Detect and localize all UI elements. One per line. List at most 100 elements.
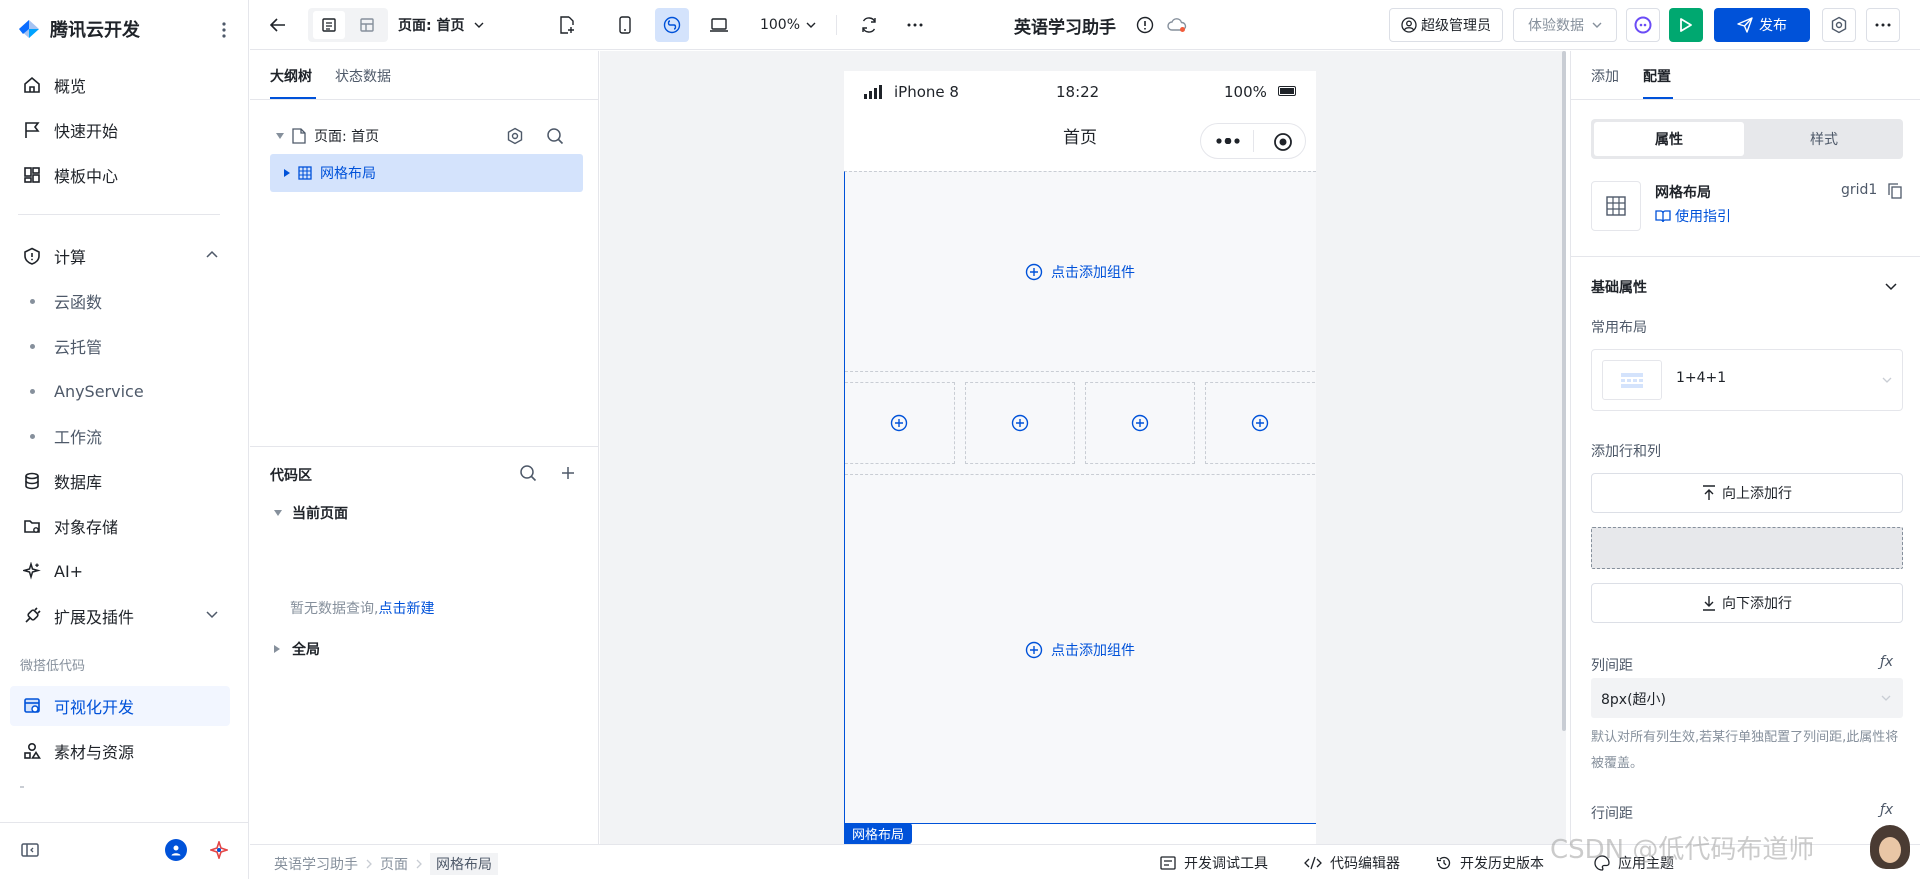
grid-cell[interactable] — [1085, 382, 1195, 464]
layout-select[interactable]: 1+4+1 — [1591, 349, 1903, 411]
dev-tools-button[interactable]: 开发调试工具 — [1160, 853, 1268, 873]
add-circle-icon[interactable] — [890, 414, 908, 432]
publish-button[interactable]: 发布 — [1714, 8, 1810, 42]
basic-props-title: 基础属性 — [1591, 280, 1647, 296]
publish-label: 发布 — [1759, 18, 1787, 34]
sidebar-item-label: 云函数 — [54, 293, 103, 312]
chevron-down-icon[interactable] — [1883, 279, 1899, 295]
grid-cell[interactable] — [965, 382, 1075, 464]
grid-layout-container[interactable]: 点击添加组件 点击添加组件 — [844, 171, 1316, 824]
add-circle-icon[interactable] — [1131, 414, 1149, 432]
sidebar-item-quickstart[interactable]: 快速开始 — [10, 110, 230, 150]
more-horizontal-icon[interactable] — [900, 8, 930, 42]
divider — [250, 99, 599, 100]
run-button[interactable] — [1669, 8, 1703, 42]
sidebar-item-extensions[interactable]: 扩展及插件 — [10, 596, 230, 636]
divider — [1571, 256, 1920, 257]
back-arrow-icon[interactable] — [266, 8, 290, 42]
ai-assistant-icon[interactable] — [1626, 8, 1660, 42]
role-button[interactable]: 超级管理员 — [1389, 8, 1503, 42]
code-editor-button[interactable]: 代码编辑器 — [1304, 853, 1400, 873]
page-select[interactable]: 页面: 首页 — [398, 8, 508, 42]
segment-style[interactable]: 样式 — [1749, 122, 1899, 156]
arrow-down-icon — [1702, 595, 1716, 611]
layout-view-icon[interactable] — [351, 11, 383, 39]
more-dots-icon[interactable] — [1215, 138, 1241, 144]
sidebar-item-assets[interactable]: 素材与资源 — [10, 731, 230, 771]
layout-preview-icon — [1602, 360, 1662, 400]
carrier-label: iPhone 8 — [894, 83, 959, 101]
sidebar-item-ai[interactable]: AI+ — [10, 551, 230, 591]
create-query-link[interactable]: 点击新建 — [378, 598, 434, 618]
add-page-icon[interactable] — [552, 8, 582, 42]
breadcrumb-item-current[interactable]: 网格布局 — [430, 853, 498, 875]
breadcrumb-item[interactable]: 页面 — [380, 854, 408, 874]
cloud-sync-icon[interactable] — [1162, 8, 1192, 42]
function-fx-icon[interactable]: ƒx — [1880, 802, 1893, 818]
add-component-label[interactable]: 点击添加组件 — [1051, 262, 1135, 282]
add-icon[interactable] — [558, 463, 578, 483]
more-menu-icon[interactable] — [1866, 8, 1900, 42]
sidebar-item-templates[interactable]: 模板中心 — [10, 155, 230, 195]
close-target-icon[interactable] — [1273, 132, 1293, 152]
sidebar-item-visual-dev[interactable]: 可视化开发 — [10, 686, 230, 726]
add-circle-icon[interactable] — [1011, 414, 1029, 432]
signal-icon — [864, 85, 882, 99]
more-vertical-icon[interactable] — [216, 18, 232, 42]
sidebar-item-workflow[interactable]: 工作流 — [10, 416, 230, 456]
add-row-up-button[interactable]: 向上添加行 — [1591, 473, 1903, 513]
capsule-menu[interactable] — [1200, 123, 1306, 159]
column-gap-select[interactable]: 8px(超小) — [1591, 678, 1903, 718]
history-button[interactable]: 开发历史版本 — [1436, 853, 1544, 873]
grid-row-bottom[interactable]: 点击添加组件 — [845, 474, 1315, 824]
add-row-up-label: 向上添加行 — [1722, 486, 1792, 502]
search-icon[interactable] — [518, 463, 538, 483]
canvas-scrollbar[interactable] — [1562, 51, 1566, 731]
add-circle-icon[interactable] — [1251, 414, 1269, 432]
collapse-sidebar-icon[interactable] — [20, 840, 40, 860]
tab-add[interactable]: 添加 — [1591, 66, 1619, 86]
info-icon[interactable] — [1130, 8, 1160, 42]
grid-cell[interactable] — [845, 382, 955, 464]
tab-config[interactable]: 配置 — [1643, 66, 1671, 86]
add-row-down-button[interactable]: 向下添加行 — [1591, 583, 1903, 623]
settings-icon[interactable] — [1822, 8, 1856, 42]
code-icon — [1304, 856, 1322, 870]
miniprogram-preview-icon[interactable] — [655, 8, 689, 42]
chevron-right-icon — [366, 859, 372, 869]
sidebar-item-compute[interactable]: 计算 — [10, 236, 230, 276]
sidebar-item-cloud-hosting[interactable]: 云托管 — [10, 326, 230, 366]
code-group-global[interactable]: 全局 — [274, 639, 320, 659]
desktop-preview-icon[interactable] — [702, 8, 736, 42]
function-fx-icon[interactable]: ƒx — [1880, 654, 1893, 670]
chevron-up-icon — [206, 250, 218, 258]
segment-properties[interactable]: 属性 — [1594, 122, 1744, 156]
mobile-preview-icon[interactable] — [610, 8, 640, 42]
sidebar-item-storage[interactable]: 对象存储 — [10, 506, 230, 546]
usage-guide-link[interactable]: 使用指引 — [1655, 206, 1731, 226]
grid-row-top[interactable]: 点击添加组件 — [845, 172, 1315, 372]
breadcrumb-item[interactable]: 英语学习助手 — [274, 854, 358, 874]
tab-state-data[interactable]: 状态数据 — [335, 66, 391, 86]
code-group-current-page[interactable]: 当前页面 — [274, 503, 348, 523]
color-logo-icon[interactable] — [208, 839, 230, 861]
sidebar-item-cloud-functions[interactable]: 云函数 — [10, 281, 230, 321]
arrow-up-icon — [1702, 485, 1716, 501]
tree-node-page[interactable]: 页面: 首页 — [270, 119, 583, 153]
user-avatar-icon[interactable] — [165, 839, 187, 861]
sidebar-item-database[interactable]: 数据库 — [10, 461, 230, 501]
data-source-select[interactable]: 体验数据 — [1513, 8, 1617, 42]
outline-view-icon[interactable] — [313, 11, 345, 39]
tree-node-grid-layout[interactable]: 网格布局 — [270, 154, 583, 192]
zoom-select[interactable]: 100% — [758, 8, 818, 42]
tab-outline-tree[interactable]: 大纲树 — [270, 66, 312, 86]
search-icon[interactable] — [546, 127, 564, 145]
add-component-label[interactable]: 点击添加组件 — [1051, 640, 1135, 660]
refresh-icon[interactable] — [854, 8, 884, 42]
grid-cell[interactable] — [1205, 382, 1315, 464]
settings-icon[interactable] — [506, 127, 524, 145]
sidebar-item-overview[interactable]: 概览 — [10, 65, 230, 105]
copy-icon[interactable] — [1887, 182, 1903, 200]
sidebar-item-anyservice[interactable]: AnyService — [10, 371, 230, 411]
brand[interactable]: 腾讯云开发 — [16, 16, 140, 42]
